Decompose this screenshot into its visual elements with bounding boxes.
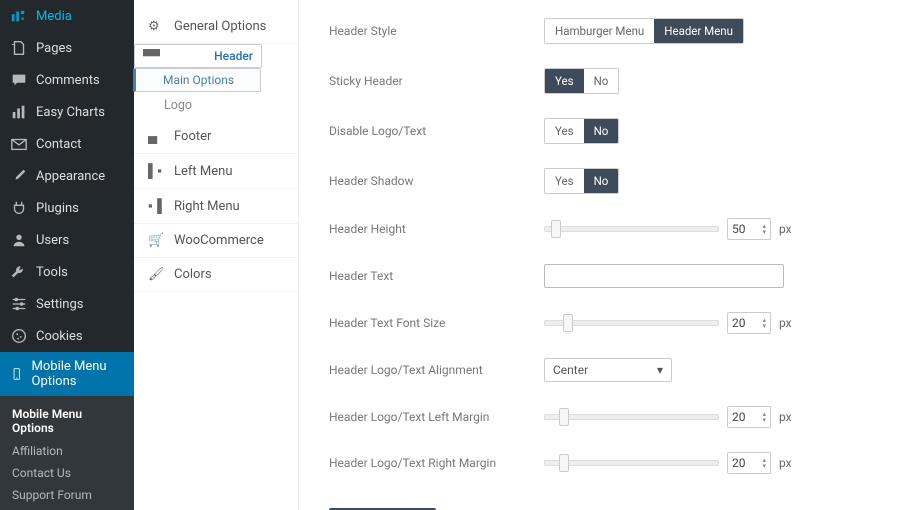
brush-icon [10,167,28,185]
sliders-icon [10,295,28,313]
input-header-height[interactable]: 50▴▾ [727,218,771,240]
label-disable-logo: Disable Logo/Text [329,124,544,138]
cookie-icon [10,327,28,345]
label-header-shadow: Header Shadow [329,174,544,188]
cart-icon: 🛒 [148,233,164,248]
menu-users[interactable]: Users [0,224,134,256]
settings-panel: Header Style Hamburger MenuHeader Menu S… [299,0,908,510]
label-header-text: Header Text [329,269,544,283]
brush-icon: 🖌 [148,267,164,282]
chevron-down-icon: ▾ [657,363,663,377]
submenu-support[interactable]: Support Forum [0,484,134,506]
menu-easy-charts[interactable]: Easy Charts [0,96,134,128]
tab-general[interactable]: ⚙General Options [134,10,298,44]
slider-font-size[interactable] [544,320,719,326]
tab-woo[interactable]: 🛒WooCommerce [134,224,298,258]
spinner-icon[interactable]: ▴▾ [762,457,766,469]
input-right-margin[interactable]: 20▴▾ [727,452,771,474]
tab-main-options[interactable]: Main Options [133,68,261,92]
label-left-margin: Header Logo/Text Left Margin [329,410,544,424]
label-sticky-header: Sticky Header [329,74,544,88]
wrench-icon [10,263,28,281]
input-header-text[interactable] [544,264,784,288]
mail-icon [10,135,28,153]
tab-left-menu[interactable]: ▌▪Left Menu [134,154,298,189]
toggle-sticky-header[interactable]: YesNo [544,68,619,94]
tab-right-menu[interactable]: ▪▐Right Menu [134,189,298,224]
submenu-contact-us[interactable]: Contact Us [0,462,134,484]
menu-tools[interactable]: Tools [0,256,134,288]
slider-thumb[interactable] [551,220,561,238]
label-header-style: Header Style [329,24,544,38]
spinner-icon[interactable]: ▴▾ [762,223,766,235]
menu-media[interactable]: Media [0,0,134,32]
plug-icon [10,199,28,217]
tab-colors[interactable]: 🖌Colors [134,258,298,292]
label-right-margin: Header Logo/Text Right Margin [329,456,544,470]
label-font-size: Header Text Font Size [329,316,544,330]
user-icon [10,231,28,249]
slider-left-margin[interactable] [544,414,719,420]
tab-logo[interactable]: Logo [134,92,298,119]
gear-icon: ⚙ [148,19,164,34]
spinner-icon[interactable]: ▴▾ [762,411,766,423]
slider-right-margin[interactable] [544,460,719,466]
menu-appearance[interactable]: Appearance [0,160,134,192]
label-alignment: Header Logo/Text Alignment [329,363,544,377]
left-icon: ▌▪ [148,163,164,179]
tab-header[interactable]: ▀▀Header [134,44,262,68]
menu-settings[interactable]: Settings [0,288,134,320]
tab-footer[interactable]: ▄Footer [134,119,298,154]
submenu-affiliation[interactable]: Affiliation [0,440,134,462]
input-left-margin[interactable]: 20▴▾ [727,406,771,428]
select-alignment[interactable]: Center▾ [544,358,672,382]
menu-cookies[interactable]: Cookies [0,320,134,352]
footer-icon: ▄ [148,128,164,144]
pages-icon [10,39,28,57]
slider-thumb[interactable] [563,314,573,332]
menu-plugins[interactable]: Plugins [0,192,134,224]
chart-icon [10,103,28,121]
toggle-disable-logo[interactable]: YesNo [544,118,619,144]
slider-thumb[interactable] [559,454,569,472]
spinner-icon[interactable]: ▴▾ [762,317,766,329]
toggle-header-shadow[interactable]: YesNo [544,168,619,194]
toggle-header-style[interactable]: Hamburger MenuHeader Menu [544,18,744,44]
media-icon [10,7,28,25]
menu-pages[interactable]: Pages [0,32,134,64]
input-font-size[interactable]: 20▴▾ [727,312,771,334]
slider-thumb[interactable] [559,408,569,426]
menu-contact[interactable]: Contact [0,128,134,160]
header-icon: ▀▀ [143,49,159,63]
options-sidebar: ⚙General Options ▀▀Header Main Options L… [134,0,299,510]
slider-header-height[interactable] [544,226,719,232]
right-icon: ▪▐ [148,198,164,214]
submenu: Mobile Menu Options Affiliation Contact … [0,396,134,510]
submenu-head[interactable]: Mobile Menu Options [0,402,134,440]
mobile-icon [10,365,24,383]
menu-comments[interactable]: Comments [0,64,134,96]
menu-mobile-menu[interactable]: Mobile Menu Options [0,352,134,396]
submenu-upgrade[interactable]: Upgrade ► [0,506,134,510]
comments-icon [10,71,28,89]
label-header-height: Header Height [329,222,544,236]
wp-admin-sidebar: Media Pages Comments Easy Charts Contact… [0,0,134,510]
